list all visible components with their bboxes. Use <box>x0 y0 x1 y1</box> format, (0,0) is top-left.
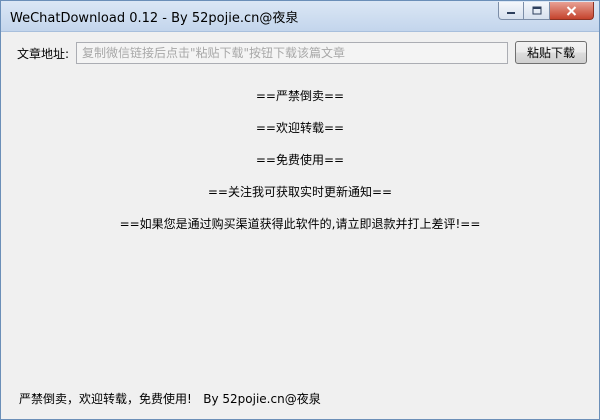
url-input[interactable] <box>76 42 508 64</box>
window-controls <box>498 2 594 20</box>
window-title: WeChatDownload 0.12 - By 52pojie.cn@夜泉 <box>10 11 299 26</box>
maximize-button[interactable] <box>524 2 550 20</box>
notice-welcome-repost: ==欢迎转载== <box>255 121 345 135</box>
close-icon <box>566 5 577 16</box>
minimize-icon <box>507 11 515 14</box>
title-bar[interactable]: WeChatDownload 0.12 - By 52pojie.cn@夜泉 <box>1 1 599 32</box>
app-window: WeChatDownload 0.12 - By 52pojie.cn@夜泉 文… <box>0 0 600 420</box>
notice-no-resale: ==严禁倒卖== <box>255 89 345 103</box>
address-label: 文章地址: <box>17 47 70 61</box>
paste-download-button[interactable]: 粘贴下载 <box>515 41 587 64</box>
notice-free-use: ==免费使用== <box>255 153 345 167</box>
notice-refund-warning: ==如果您是通过购买渠道获得此软件的,请立即退款并打上差评!== <box>119 217 481 231</box>
close-button[interactable] <box>550 2 594 20</box>
minimize-button[interactable] <box>498 2 524 20</box>
footer-text: 严禁倒卖，欢迎转载，免费使用! By 52pojie.cn@夜泉 <box>19 392 321 406</box>
maximize-icon <box>532 6 541 15</box>
notice-follow-updates: ==关注我可获取实时更新通知== <box>207 185 393 199</box>
